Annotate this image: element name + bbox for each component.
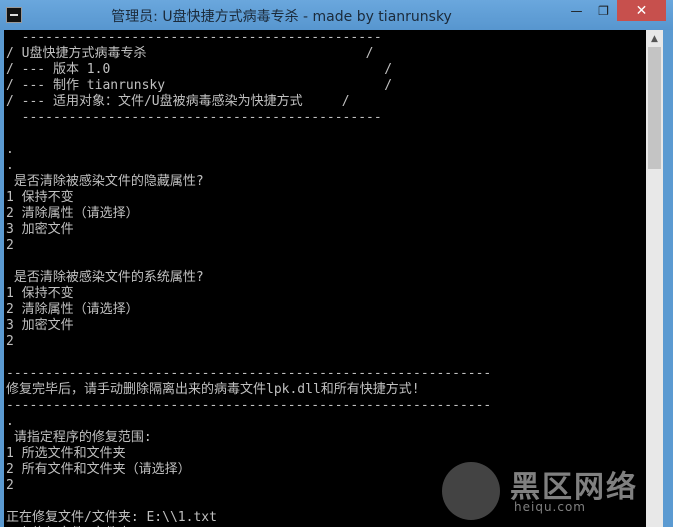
console-line: 1 保持不变	[6, 286, 74, 301]
console-line: ----------------------------------------…	[6, 366, 492, 381]
console-line: 2 清除属性（请选择）	[6, 302, 139, 317]
console-line: 3 加密文件	[6, 318, 74, 333]
console-line: 3 加密文件	[6, 222, 74, 237]
console-line: / --- 制作 tianrunsky /	[6, 78, 393, 93]
console-line: .	[6, 414, 14, 429]
window-title: 管理员: U盘快捷方式病毒专杀 - made by tianrunsky	[111, 9, 452, 25]
console-line: 2	[6, 478, 14, 493]
console-line: 2	[6, 334, 14, 349]
watermark: 黑区网络 heiqu.com	[442, 460, 667, 522]
console-line: 请指定程序的修复范围:	[6, 430, 152, 445]
console-line: 2 清除属性（请选择）	[6, 206, 139, 221]
scroll-up-icon[interactable]: ▲	[646, 30, 663, 47]
console-line: 2	[6, 238, 14, 253]
console-line: .	[6, 158, 14, 173]
minimize-button[interactable]: —	[563, 0, 590, 21]
console-text: ----------------------------------------…	[6, 30, 491, 527]
console-line: 1 保持不变	[6, 190, 74, 205]
vertical-scrollbar[interactable]: ▲	[646, 30, 663, 527]
scroll-thumb[interactable]	[648, 47, 661, 169]
console-line: .	[6, 142, 14, 157]
window-border	[663, 30, 673, 527]
console-line: 修复完毕后，请手动删除隔离出来的病毒文件lpk.dll和所有快捷方式!	[6, 382, 420, 397]
console-line: / U盘快捷方式病毒专杀 /	[6, 46, 374, 61]
console-output[interactable]: ----------------------------------------…	[4, 30, 646, 527]
close-button[interactable]: ✕	[617, 0, 666, 21]
console-line: 是否清除被感染文件的隐藏属性?	[6, 174, 204, 189]
watermark-url: heiqu.com	[514, 500, 586, 514]
console-window: 管理员: U盘快捷方式病毒专杀 - made by tianrunsky — ❐…	[0, 0, 673, 527]
console-line: 1 所选文件和文件夹	[6, 446, 126, 461]
title-bar[interactable]: 管理员: U盘快捷方式病毒专杀 - made by tianrunsky — ❐…	[0, 0, 673, 30]
console-line: / --- 版本 1.0 /	[6, 62, 393, 77]
console-line: 正在修复文件/文件夹: E:\\1.txt	[6, 510, 217, 525]
console-line: / --- 适用对象：文件/U盘被病毒感染为快捷方式 /	[6, 94, 350, 109]
console-line: ----------------------------------------…	[6, 398, 492, 413]
restore-button[interactable]: ❐	[590, 0, 617, 21]
console-line: 是否清除被感染文件的系统属性?	[6, 270, 204, 285]
console-line: ----------------------------------------…	[6, 30, 382, 45]
mushroom-logo-icon	[442, 462, 500, 520]
console-line: ----------------------------------------…	[6, 110, 382, 125]
console-line: 2 所有文件和文件夹（请选择）	[6, 462, 191, 477]
